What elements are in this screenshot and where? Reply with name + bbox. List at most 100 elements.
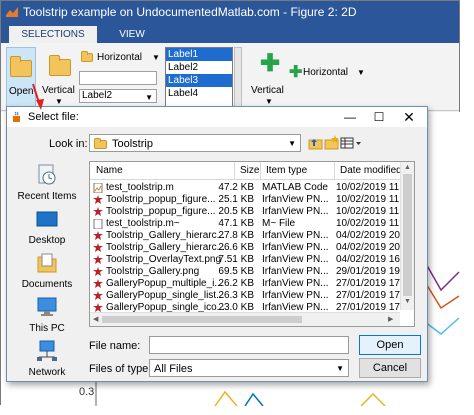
list-item[interactable]: Label2	[166, 61, 232, 74]
column-header-size[interactable]: Size	[240, 165, 259, 176]
toolstrip-horizontal2-label: Horizontal	[303, 67, 349, 78]
file-type-cell: IrfanView PN...	[262, 254, 329, 265]
irfanview-png-icon	[93, 267, 103, 276]
file-type-cell: IrfanView PN...	[262, 290, 329, 301]
files-of-type-combobox[interactable]: All Files ▼	[149, 359, 349, 377]
place-network[interactable]: Network	[7, 337, 87, 381]
chevron-down-icon: ▼	[357, 68, 365, 77]
scroll-down-icon[interactable]: ▼	[404, 298, 411, 305]
place-label: Documents	[21, 279, 73, 290]
file-name-cell: Toolstrip_popup_figure...	[106, 194, 216, 205]
file-type-cell: M~ File	[262, 218, 296, 229]
file-name-cell: Toolstrip_Gallery_hierarc...	[106, 242, 225, 253]
tab-view[interactable]: VIEW	[101, 26, 163, 43]
close-button[interactable]: ✕	[396, 107, 422, 127]
list-item[interactable]: Label1	[166, 48, 232, 61]
table-row[interactable]: Toolstrip_OverlayText.png 7.51 KB IrfanVie…	[90, 254, 410, 266]
toolstrip-text-field[interactable]	[79, 71, 157, 85]
file-size-cell: 47.1 KB	[218, 218, 254, 229]
file-size-cell: 69.5 KB	[218, 266, 254, 277]
place-desktop[interactable]: Desktop	[7, 205, 87, 249]
file-name-label: File name:	[89, 340, 141, 352]
folder-icon	[94, 138, 107, 149]
this-pc-icon	[37, 297, 57, 316]
java-cup-icon	[13, 111, 20, 122]
maximize-button[interactable]: ☐	[366, 107, 392, 127]
open-button[interactable]: Open	[359, 335, 421, 355]
toolstrip-horizontal-add-button[interactable]: ✚ Horizontal ▼	[289, 64, 369, 81]
file-size-cell: 26.2 KB	[218, 278, 254, 289]
look-in-combobox[interactable]: Toolstrip ▼	[89, 134, 301, 152]
scroll-left-icon[interactable]: ◀	[93, 315, 98, 323]
column-header-type[interactable]: Item type	[266, 165, 307, 176]
place-recent-items[interactable]: Recent Items	[7, 161, 87, 205]
place-documents[interactable]: Documents	[7, 249, 87, 293]
toolstrip-listbox[interactable]: Label1 Label2 Label3 Label4	[165, 47, 233, 107]
toolstrip-vertical-add-button[interactable]: ✚ Vertical ▼	[251, 47, 287, 107]
toolstrip-vertical-button[interactable]: Vertical ▼	[41, 47, 77, 107]
dialog-titlebar[interactable]: Select file: — ☐ ✕	[7, 107, 427, 127]
list-item[interactable]: Label4	[166, 87, 232, 100]
toolstrip-horizontal-button[interactable]: Horizontal ▼	[81, 50, 161, 66]
view-menu-icon[interactable]	[339, 134, 363, 152]
column-header-date[interactable]: Date modified	[340, 165, 402, 176]
scrollbar-thumb[interactable]	[102, 316, 302, 323]
select-file-dialog: Select file: — ☐ ✕ Look in: Toolstrip ▼ …	[6, 106, 428, 382]
irfanview-png-icon	[93, 243, 103, 252]
irfanview-png-icon	[93, 279, 103, 288]
minimize-button[interactable]: —	[337, 107, 363, 127]
figure-titlebar[interactable]: Toolstrip example on UndocumentedMatlab.…	[1, 1, 459, 23]
file-date-cell: 04/02/2019 16:29	[336, 254, 410, 265]
table-row[interactable]: Toolstrip_popup_figure... 20.5 KB IrfanVie…	[90, 206, 410, 218]
list-item[interactable]: Label3	[166, 74, 232, 87]
toolstrip: Open Vertical ▼ Horizontal ▼ Label2 ▼ La…	[1, 43, 459, 111]
file-size-cell: 7.51 KB	[218, 254, 254, 265]
chevron-down-icon: ▼	[55, 97, 63, 106]
folder-icon	[49, 55, 71, 76]
table-row[interactable]: test_toolstrip.m 47.2 KB MATLAB Code 10/02/…	[90, 182, 410, 194]
column-header-name[interactable]: Name	[96, 165, 123, 176]
column-divider[interactable]	[234, 162, 235, 180]
scroll-right-icon[interactable]: ▶	[388, 315, 393, 323]
listbox-scrollbar[interactable]	[234, 47, 242, 107]
file-name-input[interactable]	[149, 336, 349, 354]
plot-series-line	[424, 281, 460, 310]
file-date-cell: 04/02/2019 20:29	[336, 230, 410, 241]
table-row[interactable]: Toolstrip_Gallery_hierarc... 27.8 KB Irfan…	[90, 230, 410, 242]
file-date-cell: 29/01/2019 19:06	[336, 266, 410, 277]
plot-series-line	[244, 392, 264, 406]
table-row[interactable]: GalleryPopup_single_list... 26.3 KB IrfanV…	[90, 290, 410, 302]
toolstrip-vertical-label: Vertical	[42, 85, 75, 96]
toolstrip-open-button[interactable]: Open	[6, 47, 36, 107]
scroll-up-icon[interactable]: ▲	[404, 164, 411, 171]
column-divider[interactable]	[334, 162, 335, 180]
table-row[interactable]: Toolstrip_popup_figure... 25.1 KB IrfanVie…	[90, 194, 410, 206]
table-row[interactable]: Toolstrip_Gallery.png 69.5 KB IrfanView PN…	[90, 266, 410, 278]
file-name-cell: Toolstrip_OverlayText.png	[106, 254, 222, 265]
place-this-pc[interactable]: This PC	[7, 293, 87, 337]
table-row[interactable]: GalleryPopup_multiple_i... 26.2 KB IrfanVi…	[90, 278, 410, 290]
file-name-cell: GalleryPopup_single_list...	[106, 290, 225, 301]
file-size-cell: 26.6 KB	[218, 242, 254, 253]
plot-series-line	[360, 392, 386, 406]
scrollbar-thumb[interactable]	[403, 174, 412, 296]
dialog-title: Select file:	[28, 111, 79, 123]
file-list[interactable]: Name Size Item type Date modified test_t…	[89, 161, 415, 327]
irfanview-png-icon	[93, 207, 103, 216]
place-label: Network	[28, 367, 66, 378]
file-date-cell: 10/02/2019 11:41	[336, 206, 410, 217]
horizontal-scrollbar[interactable]: ◀ ▶	[90, 312, 400, 326]
column-divider[interactable]	[260, 162, 261, 180]
table-row[interactable]: Toolstrip_Gallery_hierarc... 26.6 KB Irfan…	[90, 242, 410, 254]
file-type-cell: IrfanView PN...	[262, 194, 329, 205]
tab-selections[interactable]: SELECTIONS	[9, 26, 97, 43]
place-label: This PC	[29, 323, 65, 334]
table-row[interactable]: test_toolstrip.m~ 47.1 KB M~ File 10/02/201…	[90, 218, 410, 230]
toolstrip-combobox[interactable]: Label2 ▼	[79, 89, 157, 103]
file-type-cell: IrfanView PN...	[262, 266, 329, 277]
file-size-cell: 47.2 KB	[218, 182, 254, 193]
vertical-scrollbar[interactable]: ▲ ▼	[400, 162, 414, 310]
file-date-cell: 10/02/2019 11:39	[336, 218, 410, 229]
recent-items-icon	[38, 164, 56, 185]
cancel-button[interactable]: Cancel	[359, 358, 421, 378]
